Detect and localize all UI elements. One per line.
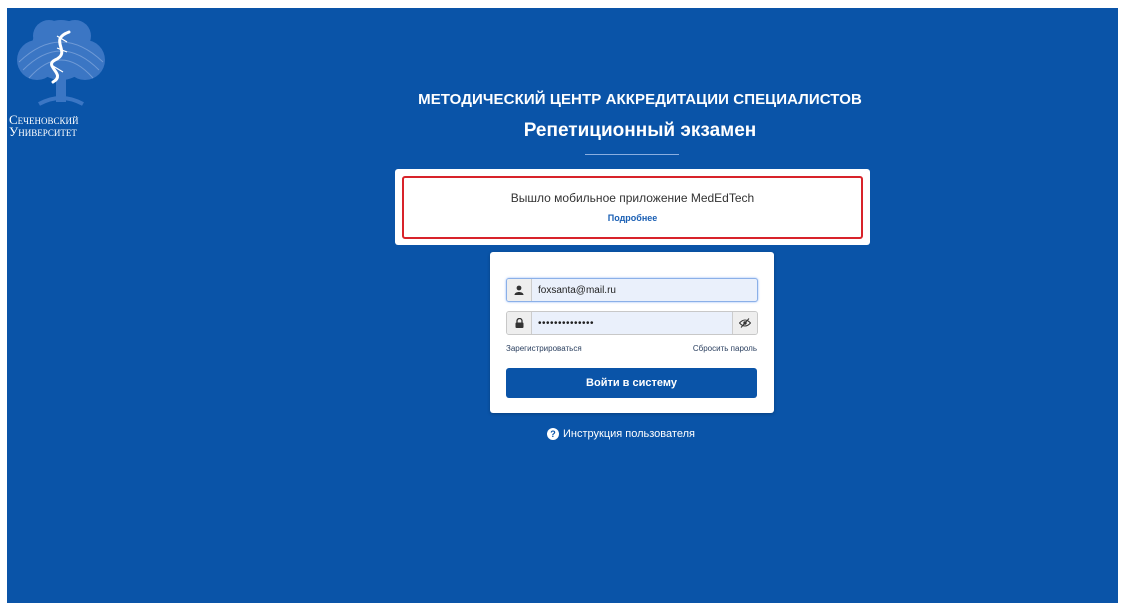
- university-name: Сеченовский Университет: [9, 113, 115, 139]
- dna-tree-icon: [17, 20, 105, 106]
- register-link[interactable]: Зарегистрироваться: [506, 344, 582, 353]
- user-icon: [507, 279, 532, 301]
- title-divider: [585, 154, 679, 155]
- page-background: Сеченовский Университет МЕТОДИЧЕСКИЙ ЦЕН…: [7, 8, 1118, 603]
- email-input[interactable]: [532, 279, 756, 301]
- user-guide-link[interactable]: ? Инструкция пользователя: [547, 428, 695, 440]
- lock-icon: [507, 312, 532, 334]
- eye-toggle-icon[interactable]: [732, 312, 757, 334]
- university-logo: Сеченовский Университет: [7, 16, 117, 156]
- password-input[interactable]: [532, 312, 732, 334]
- reset-password-link[interactable]: Сбросить пароль: [693, 344, 757, 353]
- notice-card: Вышло мобильное приложение MedEdTech Под…: [395, 169, 870, 245]
- page-subtitle: Репетиционный экзамен: [523, 120, 757, 141]
- notice-banner: Вышло мобильное приложение MedEdTech Под…: [402, 176, 863, 239]
- user-guide-label: Инструкция пользователя: [563, 428, 695, 440]
- login-button[interactable]: Войти в систему: [506, 368, 757, 398]
- notice-text: Вышло мобильное приложение MedEdTech: [510, 191, 755, 205]
- question-circle-icon: ?: [547, 428, 559, 440]
- page-title: МЕТОДИЧЕСКИЙ ЦЕНТР АККРЕДИТАЦИИ СПЕЦИАЛИ…: [418, 91, 862, 108]
- notice-more-link[interactable]: Подробнее: [608, 213, 658, 223]
- email-field-group: [506, 278, 758, 302]
- university-name-line2: Университет: [9, 124, 77, 139]
- login-form: Зарегистрироваться Сбросить пароль Войти…: [490, 252, 774, 413]
- password-field-group: [506, 311, 758, 335]
